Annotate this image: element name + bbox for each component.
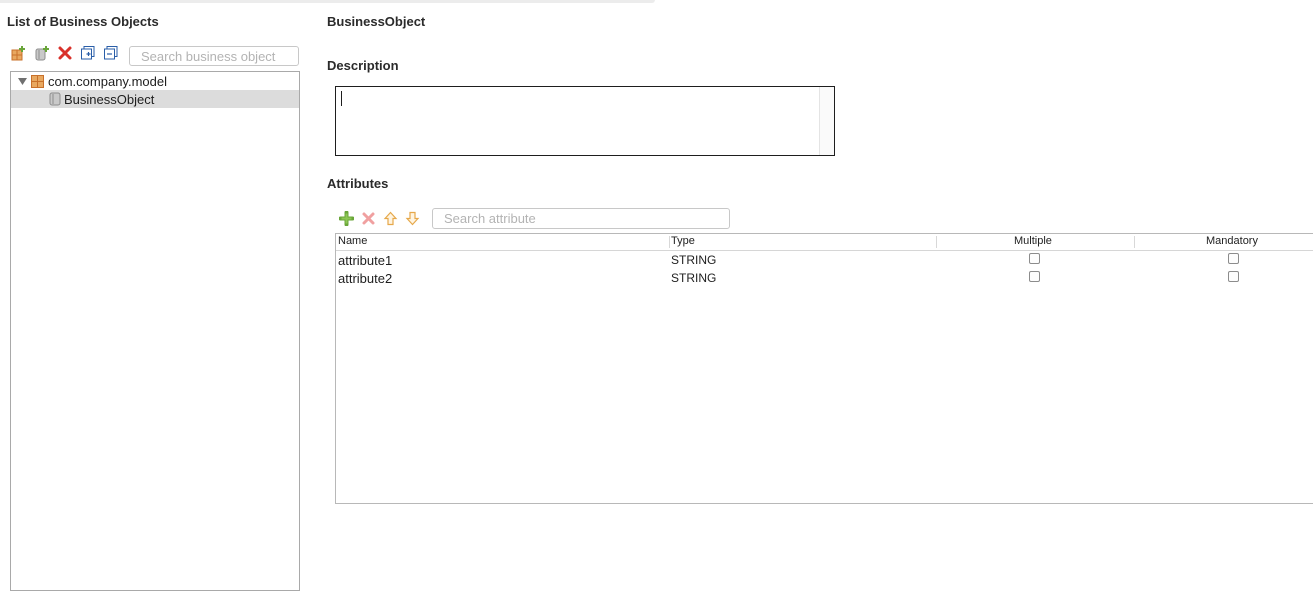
multiple-checkbox[interactable] [1029, 271, 1040, 282]
search-attribute-input[interactable] [432, 208, 730, 229]
add-business-object-icon[interactable] [34, 45, 50, 61]
attributes-table[interactable]: Name Type Multiple Mandatory attribute1 … [335, 233, 1313, 504]
attribute-name: attribute1 [338, 253, 393, 268]
add-attribute-icon[interactable] [338, 210, 354, 226]
multiple-checkbox[interactable] [1029, 253, 1040, 264]
column-divider[interactable] [669, 236, 670, 248]
table-row[interactable]: attribute2 STRING [336, 269, 1313, 287]
mandatory-checkbox[interactable] [1228, 253, 1239, 264]
business-object-toolbar [11, 45, 119, 61]
chevron-down-icon[interactable] [18, 77, 28, 86]
delete-icon[interactable] [57, 45, 73, 61]
table-header: Name Type Multiple Mandatory [336, 234, 1313, 251]
attribute-type[interactable]: STRING [671, 253, 716, 267]
mandatory-checkbox[interactable] [1228, 271, 1239, 282]
package-label: com.company.model [48, 73, 167, 89]
description-heading: Description [327, 58, 399, 73]
collapse-all-icon[interactable] [103, 45, 119, 61]
business-object-tree[interactable]: com.company.model BusinessObject [10, 71, 300, 591]
move-down-icon[interactable] [404, 210, 420, 226]
package-icon [31, 74, 44, 88]
table-row[interactable]: attribute1 STRING [336, 251, 1313, 269]
tree-item-business-object[interactable]: BusinessObject [11, 90, 299, 108]
column-header-multiple[interactable]: Multiple [1014, 235, 1052, 247]
move-up-icon[interactable] [382, 210, 398, 226]
description-scrollbar[interactable] [819, 87, 834, 155]
tree-item-package[interactable]: com.company.model [11, 72, 299, 90]
search-business-object-input[interactable] [129, 46, 299, 66]
description-textarea[interactable] [335, 86, 835, 156]
column-divider[interactable] [1134, 236, 1135, 248]
attribute-type[interactable]: STRING [671, 271, 716, 285]
business-object-label: BusinessObject [64, 91, 155, 107]
business-object-icon [49, 92, 61, 106]
attribute-toolbar [338, 210, 420, 226]
column-header-name[interactable]: Name [338, 235, 367, 247]
text-caret [341, 91, 342, 106]
business-objects-heading: List of Business Objects [7, 14, 159, 29]
column-header-mandatory[interactable]: Mandatory [1206, 235, 1258, 247]
column-header-type[interactable]: Type [671, 235, 695, 247]
attribute-name: attribute2 [338, 271, 393, 286]
remove-attribute-icon[interactable] [360, 210, 376, 226]
column-divider[interactable] [936, 236, 937, 248]
page-title: BusinessObject [327, 14, 426, 29]
attributes-heading: Attributes [327, 176, 389, 191]
expand-all-icon[interactable] [80, 45, 96, 61]
top-strip [0, 0, 655, 3]
add-package-icon[interactable] [11, 45, 27, 61]
